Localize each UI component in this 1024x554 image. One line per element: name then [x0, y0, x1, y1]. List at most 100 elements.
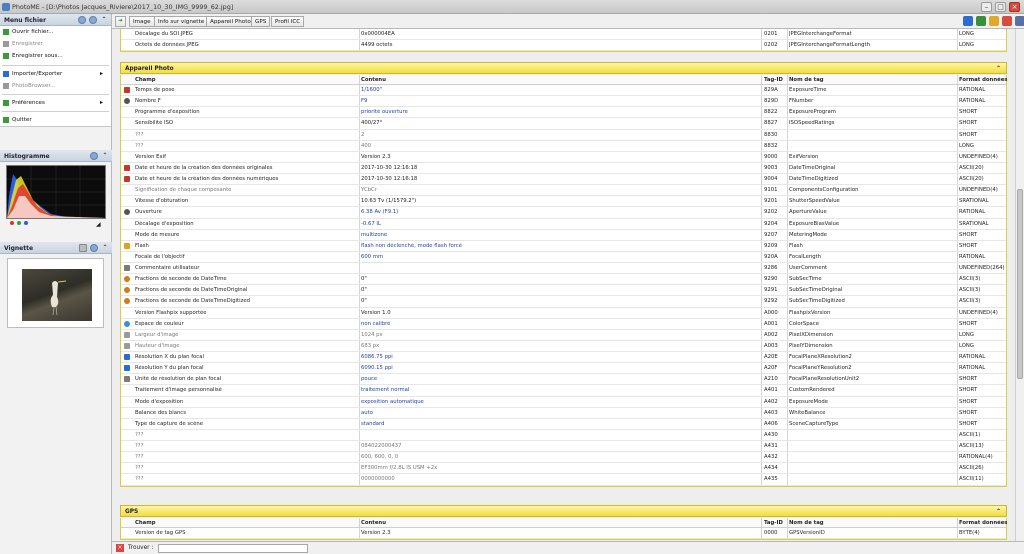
menu-item-3[interactable]: Importer/Exporter ▸	[0, 68, 111, 80]
tab-image[interactable]: Image	[129, 16, 155, 27]
table-row[interactable]: ??? 2 8830 SHORT	[121, 129, 1006, 141]
table-row[interactable]: Octets de données JPEG 4499 octets 0202 JPE…	[121, 40, 1006, 52]
help-icon[interactable]	[1015, 16, 1024, 26]
table-row[interactable]: Version de tag GPS Version 2.3 0000 GPSVers…	[121, 528, 1006, 540]
field-name: Version Flashpix supportée	[135, 309, 207, 316]
collapse-icon[interactable]: ⌃	[101, 152, 109, 160]
gps-section-header[interactable]: GPS ⌃	[120, 505, 1007, 517]
column-divider	[359, 340, 360, 351]
menu-item-5[interactable]: Préférences ▸	[0, 97, 111, 109]
maximize-button[interactable]: □	[995, 2, 1006, 12]
thumbnail-image[interactable]	[22, 269, 92, 321]
resize-grip-icon[interactable]: ◢	[96, 221, 101, 228]
blue-channel-dot[interactable]	[24, 221, 28, 225]
table-row[interactable]: Espace de couleur non calibré A001 ColorSpa…	[121, 318, 1006, 330]
table-row[interactable]: Date et heure de la création des données…	[121, 162, 1006, 174]
table-row[interactable]: Décalage d'exposition -0.67 IL 9204 Exposur…	[121, 218, 1006, 230]
menu-item-1[interactable]: Enregistrer	[0, 38, 111, 50]
tab-icc-profile[interactable]: Profil ICC	[271, 16, 305, 27]
help-icon[interactable]	[90, 152, 98, 160]
table-row[interactable]: Nombre F F9 829D FNumber RATIONAL	[121, 96, 1006, 108]
field-value: 400/27°	[361, 120, 383, 127]
table-row[interactable]: Mode d'exposition exposition automatique A…	[121, 396, 1006, 408]
help-icon[interactable]	[90, 244, 98, 252]
table-row[interactable]: Signification de chaque composante YCbCr 9…	[121, 185, 1006, 197]
column-divider	[359, 352, 360, 363]
table-row[interactable]: Balance des blancs auto A403 WhiteBalance SH…	[121, 407, 1006, 419]
collapse-icon[interactable]: ⌃	[996, 65, 1001, 72]
table-row[interactable]: ??? 600, 600, 0, 0 A432 RATIONAL(4)	[121, 452, 1006, 464]
field-value: 6.38 Av (F9.1)	[361, 209, 399, 216]
table-row[interactable]: ??? 400 8832 LONG	[121, 140, 1006, 152]
collapse-icon[interactable]: ⌃	[100, 16, 108, 24]
search-icon[interactable]	[78, 16, 86, 24]
table-row[interactable]: Version Flashpix supportée Version 1.0 A00…	[121, 307, 1006, 319]
column-divider	[761, 374, 762, 385]
tag-id: 9291	[764, 287, 778, 294]
table-row[interactable]: Ouverture 6.38 Av (F9.1) 9202 ApertureValue…	[121, 207, 1006, 219]
table-row[interactable]: Programme d'exposition priorité ouverture…	[121, 107, 1006, 119]
close-button[interactable]: ×	[1009, 2, 1020, 12]
tab-thumbnail-info[interactable]: Info sur vignette	[154, 16, 209, 27]
menu-item-6[interactable]: Quitter	[0, 114, 111, 126]
table-row[interactable]: ??? 0000000000 A435 ASCII(11)	[121, 474, 1006, 486]
table-row[interactable]: Type de capture de scène standard A406 Scen…	[121, 418, 1006, 430]
web-icon[interactable]	[1002, 16, 1012, 26]
collapse-icon[interactable]: ⌃	[101, 244, 109, 252]
column-divider	[761, 151, 762, 162]
column-divider	[787, 518, 788, 527]
green-channel-dot[interactable]	[17, 221, 21, 225]
table-row[interactable]: Flash flash non déclenché, mode flash for…	[121, 240, 1006, 252]
menu-item-0[interactable]: Ouvrir fichier...	[0, 26, 111, 38]
menu-item-2[interactable]: Enregistrer sous...	[0, 50, 111, 62]
map-icon[interactable]	[976, 16, 986, 26]
minimize-button[interactable]: –	[981, 2, 992, 12]
table-row[interactable]: Fractions de seconde de DateTime 0" 9290 Su…	[121, 274, 1006, 286]
red-channel-dot[interactable]	[10, 221, 14, 225]
table-row[interactable]: Largeur d'image 1024 px A002 PixelXDimensio…	[121, 329, 1006, 341]
table-row[interactable]: Fractions de seconde de DateTimeOriginal…	[121, 285, 1006, 297]
refresh-icon[interactable]: ➜	[115, 16, 126, 27]
table-row[interactable]: Commentaire utilisateur 9286 UserComment UN…	[121, 263, 1006, 275]
table-row[interactable]: Focale de l'objectif 600 mm 920A FocalLengt…	[121, 251, 1006, 263]
table-row[interactable]: Unité de résolution de plan focal pouce A2…	[121, 374, 1006, 386]
thumbnail-frame	[7, 258, 104, 328]
table-row[interactable]: Traitement d'image personnalisé traitemen…	[121, 385, 1006, 397]
table-row[interactable]: Résolution X du plan focal 6086.75 ppi A20…	[121, 352, 1006, 364]
table-row[interactable]: Temps de pose 1/1600" 829A ExposureTime RATI…	[121, 85, 1006, 97]
close-find-icon[interactable]: ×	[116, 544, 124, 552]
table-row[interactable]: Fractions de seconde de DateTimeDigitize…	[121, 296, 1006, 308]
table-row[interactable]: Date et heure de la création des données…	[121, 174, 1006, 186]
tab-camera[interactable]: Appareil Photo	[206, 16, 255, 27]
table-row[interactable]: ??? EF300mm f/2.8L IS USM +2x A434 ASCII(26…	[121, 463, 1006, 475]
tag-name: PixelXDimension	[789, 331, 834, 338]
help-icon[interactable]	[89, 16, 97, 24]
menu-item-4[interactable]: PhotoBrowser...	[0, 80, 111, 92]
column-divider	[761, 196, 762, 207]
column-divider	[787, 151, 788, 162]
view-icon[interactable]	[963, 16, 973, 26]
scrollbar-thumb[interactable]	[1017, 189, 1023, 379]
column-divider	[761, 85, 762, 96]
table-row[interactable]: Décalage du SOI JPEG 0x000004EA 0201 JPEGIn…	[121, 29, 1006, 41]
find-input[interactable]	[158, 544, 308, 553]
table-row[interactable]: Vitesse d'obturation 10.63 Tv (1/1579.2")…	[121, 196, 1006, 208]
grid-icon[interactable]	[79, 244, 87, 252]
table-row[interactable]: ??? A430 ASCII(1)	[121, 429, 1006, 441]
tab-gps[interactable]: GPS	[251, 16, 271, 27]
table-row[interactable]: Sensibilité ISO 400/27° 8827 ISOSpeedRating…	[121, 118, 1006, 130]
collapse-icon[interactable]: ⌃	[996, 508, 1001, 515]
star-icon[interactable]	[989, 16, 999, 26]
table-row[interactable]: Hauteur d'image 683 px A003 PixelYDimension…	[121, 340, 1006, 352]
vertical-scrollbar[interactable]	[1015, 29, 1024, 541]
table-row[interactable]: Résolution Y du plan focal 6090.15 ppi A20…	[121, 363, 1006, 375]
column-divider	[957, 263, 958, 274]
tag-name: ColorSpace	[789, 320, 819, 327]
column-divider	[761, 385, 762, 396]
table-row[interactable]: ??? 084022000437 A431 ASCII(13)	[121, 441, 1006, 453]
camera-section-header[interactable]: Appareil Photo ⌃	[120, 62, 1007, 74]
unit-icon	[124, 376, 130, 383]
column-divider	[359, 318, 360, 329]
table-row[interactable]: Mode de mesure multizone 9207 MeteringMode S…	[121, 229, 1006, 241]
table-row[interactable]: Version Exif Version 2.3 9000 ExifVersion UN…	[121, 151, 1006, 163]
